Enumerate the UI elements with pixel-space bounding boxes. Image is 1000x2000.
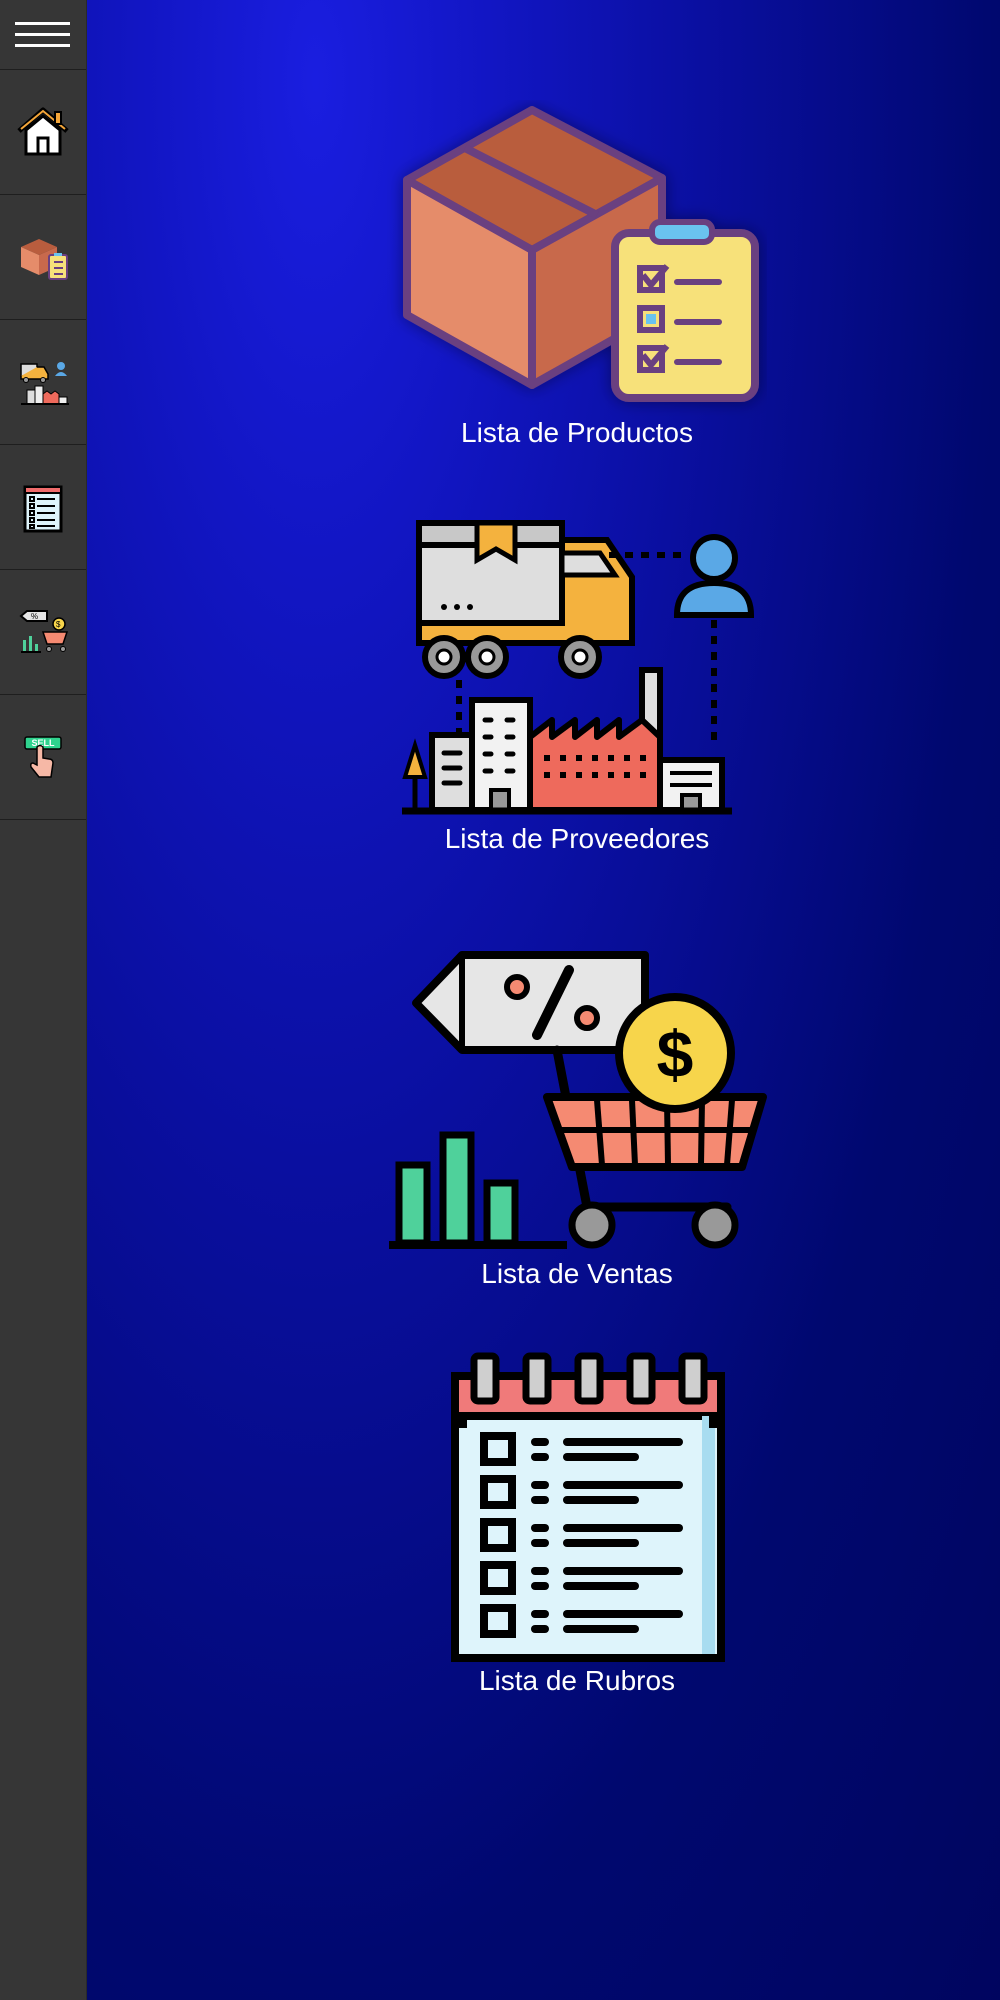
sidebar-item-vender[interactable]: SELL	[0, 695, 86, 820]
sidebar-item-proveedores[interactable]	[0, 320, 86, 445]
house-icon	[17, 107, 69, 156]
sidebar-item-rubros[interactable]	[0, 445, 86, 570]
card-label: Lista de Rubros	[478, 1665, 676, 1696]
sell-hand-icon: SELL	[24, 736, 62, 778]
sidebar-item-ventas[interactable]: % $	[0, 570, 86, 695]
notepad-checklist-icon	[23, 485, 63, 533]
card-lista-productos[interactable]: Lista de Productos	[387, 100, 767, 460]
box-clipboard-icon	[21, 239, 68, 280]
card-label: Lista de Proveedores	[444, 823, 710, 854]
notepad-checklist-icon	[451, 1352, 725, 1662]
card-lista-proveedores[interactable]: Lista de Proveedores	[387, 515, 767, 860]
price-tag-cart-icon: $	[389, 951, 767, 1249]
truck-factory-icon	[402, 520, 755, 815]
sidebar-item-home[interactable]	[0, 70, 86, 195]
main-content: Lista de Productos Lista de Proveedores …	[87, 0, 1000, 2000]
truck-factory-icon	[20, 362, 69, 405]
sidebar: % $ SELL	[0, 0, 87, 2000]
svg-text:$: $	[657, 1017, 694, 1091]
hamburger-line	[15, 44, 70, 47]
svg-text:$: $	[56, 620, 61, 629]
card-label: Lista de Productos	[461, 417, 693, 448]
price-tag-cart-icon: % $	[19, 610, 69, 653]
card-lista-ventas[interactable]: $ Lista de Ventas	[387, 945, 767, 1290]
hamburger-icon	[15, 22, 70, 25]
menu-toggle-button[interactable]	[0, 0, 86, 70]
hamburger-line	[15, 33, 70, 36]
sidebar-item-productos[interactable]	[0, 195, 86, 320]
card-label: Lista de Ventas	[481, 1258, 673, 1289]
card-lista-rubros[interactable]: Lista de Rubros	[387, 1352, 767, 1702]
svg-text:%: %	[31, 612, 38, 621]
box-clipboard-icon	[403, 106, 759, 402]
